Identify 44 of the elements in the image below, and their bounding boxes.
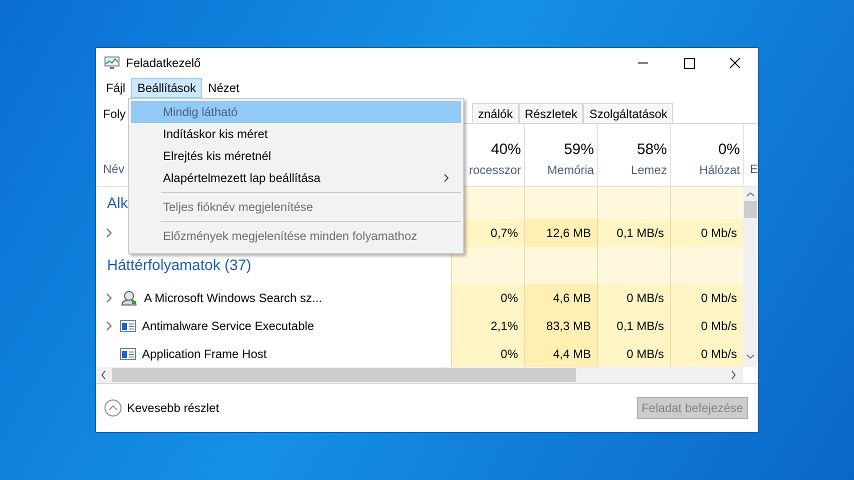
app-window-icon xyxy=(120,320,136,332)
process-name: A Microsoft Windows Search sz... xyxy=(144,291,322,305)
group-title: Háttérfolyamatok (37) xyxy=(107,257,252,274)
table-cell: 0 Mb/s xyxy=(670,219,743,247)
table-cell: 0 Mb/s xyxy=(670,284,743,312)
table-cell: 0% xyxy=(451,340,524,368)
menu-item[interactable]: Nézet xyxy=(202,78,246,98)
column-header[interactable]: 59% Memória xyxy=(524,124,597,186)
table-cell: 0 Mb/s xyxy=(670,340,743,368)
column-header[interactable]: 0% Hálózat xyxy=(670,124,743,186)
table-cell: 0 MB/s xyxy=(597,340,670,368)
process-name: Application Frame Host xyxy=(142,347,267,361)
tab[interactable]: Szolgáltatások xyxy=(583,103,674,123)
table-cell: 0,1 MB/s xyxy=(597,312,670,340)
horizontal-scrollbar[interactable] xyxy=(96,367,743,383)
table-cell: 2,1% xyxy=(451,312,524,340)
table-cell: 0 MB/s xyxy=(597,284,670,312)
table-cell: 12,6 MB xyxy=(524,219,597,247)
table-cell: 0 Mb/s xyxy=(670,312,743,340)
menu-option[interactable]: Mindig látható xyxy=(131,101,461,123)
table-cell: 0,1 MB/s xyxy=(597,219,670,247)
menu-item[interactable]: Beállítások xyxy=(131,78,202,98)
column-header[interactable]: 58% Lemez xyxy=(596,124,670,186)
menu-item[interactable]: Fájl xyxy=(100,78,132,98)
window-title: Feladatkezelő xyxy=(126,56,202,70)
monitor-chart-icon xyxy=(104,56,120,70)
app-window-icon xyxy=(120,348,136,360)
group-title: Alk xyxy=(107,194,128,212)
collapse-circle-icon xyxy=(104,399,122,417)
table-cell: 0% xyxy=(451,284,524,312)
tab[interactable]: ználók xyxy=(472,103,519,123)
table-cell: 4,6 MB xyxy=(524,284,597,312)
expand-chevron-icon[interactable] xyxy=(106,321,112,331)
column-header[interactable]: E xyxy=(750,162,758,176)
tab[interactable]: Részletek xyxy=(518,103,584,123)
user-magnifier-icon xyxy=(120,290,138,306)
table-cell: 83,3 MB xyxy=(524,312,597,340)
table-cell: 4,4 MB xyxy=(524,340,597,368)
vertical-scrollbar[interactable] xyxy=(743,187,758,367)
fewer-details-button[interactable]: Kevesebb részlet xyxy=(104,399,220,417)
column-header[interactable]: Név xyxy=(103,162,124,176)
process-name: Antimalware Service Executable xyxy=(142,319,314,333)
expand-chevron-icon[interactable] xyxy=(106,293,112,303)
expand-chevron-icon[interactable] xyxy=(106,228,112,238)
